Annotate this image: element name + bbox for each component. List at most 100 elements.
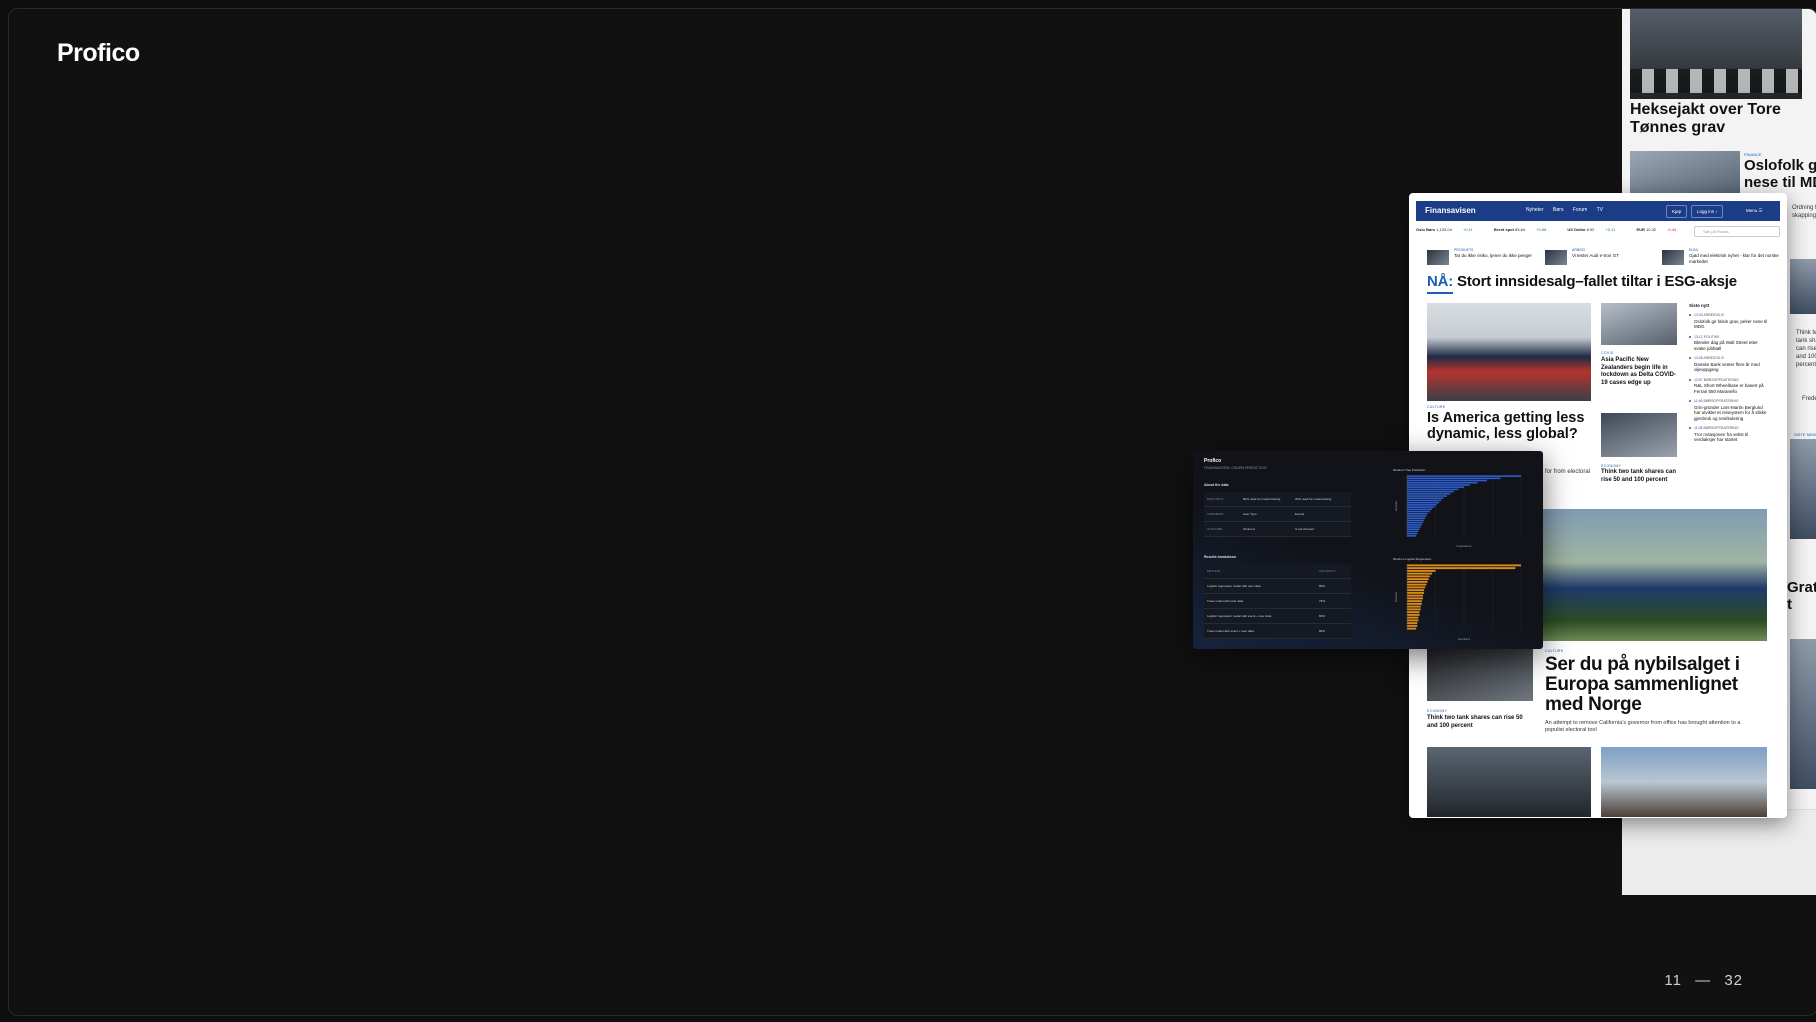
nav-link[interactable]: TV: [1597, 207, 1603, 213]
ticker-change: -0,44: [1667, 227, 1677, 232]
chart-bar: [1407, 526, 1421, 528]
bg-snippet: Ordning fra F... skapping: [1792, 205, 1816, 219]
story-tank-2[interactable]: Think two tank shares can rise 50 and 10…: [1427, 715, 1533, 730]
teaser-text: Tar du ikke risiko, tjener du ikke penge…: [1454, 253, 1533, 258]
cell: 73%: [1319, 599, 1326, 603]
ticker-item[interactable]: Oslo Børs 1,133.04 +0,11: [1416, 227, 1483, 232]
ticker-item[interactable]: Brent spot 83.64 +0,68: [1494, 227, 1556, 232]
headline-underline: [1427, 292, 1453, 294]
ticker-label: US Dollar: [1567, 227, 1586, 232]
chart-bar: [1407, 600, 1422, 603]
menu-button[interactable]: Menu ☰: [1741, 205, 1768, 216]
chart-logistic: Random Logistic Regression Accuracy Featu…: [1393, 557, 1529, 642]
bg-gratis: Gratis t: [1787, 579, 1816, 613]
story-kicker: ECONOMY: [1427, 709, 1448, 713]
cell: Logistic regression model with event + u…: [1207, 614, 1272, 618]
photo-desk[interactable]: [1601, 413, 1677, 457]
cell: Trees model with user data: [1207, 599, 1244, 603]
bg-headline-1: Heksejakt over Tore Tønnes grav: [1630, 101, 1781, 136]
chevron-right-icon: ›: [1715, 209, 1718, 214]
table-row: VARIABLES User Type Events: [1204, 507, 1351, 522]
login-label: Logg inn: [1697, 209, 1715, 214]
chart-bar: [1407, 504, 1437, 506]
kjop-button[interactable]: Kjøp: [1666, 205, 1688, 218]
chart-bar: [1407, 589, 1425, 592]
nav-links: Nyheter Børs Forum TV: [1526, 207, 1611, 213]
menu-label: Menu: [1746, 208, 1758, 213]
chart-bar: [1407, 519, 1425, 522]
story-kicker: CULTURE: [1545, 649, 1564, 653]
photo-street[interactable]: [1601, 303, 1677, 345]
photo-group[interactable]: [1427, 747, 1591, 817]
main-headline[interactable]: NÅ: Stort innsidesalg–fallet tiltar i ES…: [1427, 273, 1737, 290]
latest-item[interactable]: 11:46 BØRSOPPDATERING Grin-gründer Lars-M…: [1689, 399, 1769, 421]
latest-item[interactable]: 13:08 ARBEIDSLIV Danske Bank venter flere…: [1689, 356, 1769, 373]
story-asia[interactable]: Asia Pacific New Zealanders begin life i…: [1601, 357, 1681, 387]
story-tank[interactable]: Think two tank shares can rise 50 and 10…: [1601, 469, 1681, 484]
chart-bar: [1407, 521, 1423, 524]
dashboard-logo: Profico: [1204, 458, 1222, 464]
chart-bar: [1407, 611, 1420, 614]
table-row: Logistic regression model with event + u…: [1204, 609, 1351, 624]
photo-man[interactable]: [1427, 645, 1533, 701]
latest-item[interactable]: 13:12 POLITIKK Blender dag på Wall Street…: [1689, 335, 1769, 352]
bg-side-photo-3: [1790, 639, 1816, 789]
chart-bar: [1407, 481, 1478, 484]
photo-house[interactable]: [1601, 747, 1767, 817]
results-table: METHOD ACCURACY Logistic regression model…: [1204, 564, 1351, 639]
table-row: OUTCOME Churned Is not churned: [1204, 522, 1351, 537]
bullet-icon: [1689, 427, 1691, 429]
table-row: Trees model with user data 73%: [1204, 594, 1351, 609]
about-table: DATA SPLIT 80% used for model training 20%…: [1204, 492, 1351, 537]
chart-bar: [1407, 616, 1419, 619]
latest-category: BØRSOPPDATERING: [1703, 426, 1739, 430]
chart-bar: [1407, 477, 1501, 480]
headline-prefix: NÅ:: [1427, 273, 1454, 290]
pager-current: 11: [1664, 972, 1682, 989]
chart-tree: Random Tree Prediction Importance Feature: [1393, 468, 1529, 548]
story-america[interactable]: Is America getting less dynamic, less gl…: [1427, 410, 1587, 442]
headline-text: Stort innsidesalg–fallet tiltar i ESG-ak…: [1457, 273, 1737, 290]
nav-link[interactable]: Nyheter: [1526, 207, 1544, 213]
search-input[interactable]: Søk på Finans: [1694, 226, 1780, 237]
chart-bar: [1407, 619, 1419, 622]
ticker-label: EUR: [1636, 227, 1645, 232]
latest-text: R&L Short Wheelbase er basert på Ferrari…: [1694, 383, 1764, 394]
chart-bar: [1407, 627, 1417, 630]
chart-bar: [1407, 608, 1421, 611]
bullet-icon: [1689, 314, 1691, 316]
brand-logo[interactable]: Finansavisen: [1425, 206, 1476, 215]
chart-title: Random Logistic Regression: [1393, 557, 1432, 561]
nav-link[interactable]: Børs: [1553, 207, 1564, 213]
latest-time: 13:33: [1694, 313, 1703, 317]
latest-text: Oslofolk gir falsin grav, peker nese til…: [1694, 318, 1768, 330]
teaser-item[interactable]: ARBEID Vi tester Audi e-tron GT: [1545, 248, 1655, 270]
login-button[interactable]: Logg inn ›: [1691, 205, 1724, 218]
chart-bar: [1407, 578, 1429, 581]
ticker-item[interactable]: US Dollar 8.92 +0,11: [1567, 227, 1625, 232]
latest-item[interactable]: 12:57 BØRSOPPDATERING R&L Short Wheelbase…: [1689, 378, 1769, 395]
chart-bar: [1407, 580, 1428, 583]
chart-bar: [1407, 591, 1425, 594]
latest-item[interactable]: 13:33 ARBEIDSLIV Oslofolk gir falsin grav…: [1689, 313, 1769, 330]
pager-total: 32: [1724, 972, 1743, 989]
chart-bar: [1407, 564, 1521, 567]
teaser-item[interactable]: ELBIL Gjød med elektrisk nyhet - klar fo…: [1662, 248, 1782, 270]
nav-link[interactable]: Forum: [1573, 207, 1587, 213]
chart-bar: [1407, 532, 1418, 535]
ticker-item[interactable]: EUR 10.42 -0,44: [1636, 227, 1686, 232]
teaser-thumb: [1545, 250, 1567, 265]
chart-bar: [1407, 524, 1422, 526]
bg-right-snippet: Think two tank shares can rise 50 and 10…: [1796, 330, 1816, 368]
story-nybil[interactable]: Ser du på nybilsalget i Europa sammenlig…: [1545, 655, 1775, 715]
cell: 86%: [1319, 629, 1326, 633]
chart-bar: [1407, 605, 1421, 608]
latest-time: 11:46: [1694, 399, 1703, 403]
chart-bar: [1407, 508, 1433, 511]
latest-item[interactable]: 11:08 BØRSOPPDATERING Tror notasjonen fra…: [1689, 426, 1769, 443]
chart-bar: [1407, 493, 1451, 495]
teaser-item[interactable]: PRODUKTS Tar du ikke risiko, tjener du i…: [1427, 248, 1537, 270]
photo-ship-model[interactable]: [1427, 303, 1591, 401]
chart-bar: [1407, 497, 1444, 500]
cell: Churned: [1243, 527, 1255, 531]
